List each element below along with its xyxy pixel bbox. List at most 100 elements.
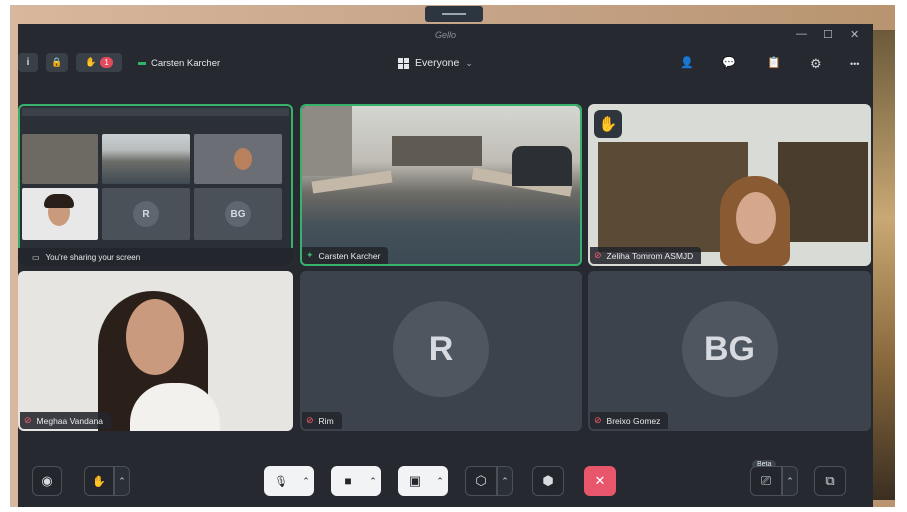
- camera-icon: ■: [344, 474, 352, 488]
- shield-icon: ⬡: [475, 473, 487, 488]
- share-mini-tile-3: [194, 134, 282, 184]
- security-options[interactable]: ⌃: [497, 466, 513, 496]
- chat-icon[interactable]: 💬: [722, 56, 736, 69]
- raised-hands-count: 1: [100, 57, 113, 68]
- maximize-button[interactable]: ☐: [823, 28, 833, 41]
- hand-icon: ✋: [85, 57, 97, 67]
- chevron-up-icon: ⌃: [118, 475, 126, 486]
- popout-icon: ⧉: [825, 473, 835, 488]
- share-preview-titlebar: [22, 108, 289, 116]
- avatar-tile-rim[interactable]: R ⊘ Rim: [300, 271, 582, 431]
- apps-button[interactable]: ⬢: [532, 466, 564, 496]
- screenshare-tile[interactable]: R BG ▭ You're sharing your screen: [18, 104, 293, 266]
- captions-button[interactable]: ⎚: [750, 466, 782, 496]
- chevron-up-icon: ⌃: [369, 475, 377, 486]
- chevron-up-icon: ⌃: [436, 475, 444, 486]
- info-button[interactable]: i: [18, 53, 38, 72]
- video-tile-carsten[interactable]: ✦ Carsten Karcher: [300, 104, 582, 266]
- conference-room-video: [302, 106, 580, 264]
- notes-icon[interactable]: 📋: [767, 56, 781, 69]
- chevron-up-icon: ⌃: [302, 475, 310, 486]
- desktop-wallpaper-edge: [872, 30, 895, 500]
- share-screen-button[interactable]: ▣: [398, 466, 432, 496]
- tile-label-0: You're sharing your screen: [45, 252, 141, 262]
- avatar-tile-breixo[interactable]: BG ⊘ Breixo Gomez: [588, 271, 871, 431]
- share-mini-tile-1: [22, 134, 98, 184]
- tile-name-label: ⊘ Breixo Gomez: [590, 412, 669, 429]
- settings-icon[interactable]: ⚙: [810, 56, 822, 72]
- camera-options[interactable]: ⌃: [365, 466, 381, 496]
- mic-muted-icon: ⊘: [594, 415, 602, 425]
- close-icon: ✕: [594, 473, 606, 488]
- raised-hands-button[interactable]: ✋ 1: [76, 53, 122, 72]
- video-tile-meghaa[interactable]: ⊘ Meghaa Vandana: [18, 271, 293, 431]
- mic-muted-icon: ⊘: [24, 415, 32, 425]
- avatar: BG: [681, 301, 778, 398]
- minimize-button[interactable]: —: [796, 28, 807, 40]
- mic-on-icon: ✦: [306, 250, 314, 260]
- view-selector[interactable]: Everyone ⌄: [398, 57, 473, 69]
- lock-icon: 🔒: [51, 57, 63, 67]
- grid-icon: [398, 57, 409, 69]
- raised-hand-icon: ✋: [594, 110, 622, 138]
- share-screen-options[interactable]: ⌃: [432, 466, 448, 496]
- tile-name-label: ⊘ Zeliha Tomrom ASMJD: [590, 247, 702, 264]
- share-status-bar: ▭ You're sharing your screen: [18, 248, 293, 266]
- mic-muted-icon: ⊘: [306, 415, 314, 425]
- tile-name-label: ⊘ Meghaa Vandana: [20, 412, 112, 429]
- camera-notch: [425, 6, 483, 22]
- microphone-icon: 🎙: [274, 475, 288, 488]
- share-mini-tile-2: [102, 134, 190, 184]
- screenshare-icon: ▭: [32, 252, 40, 262]
- leave-call-button[interactable]: ✕: [584, 466, 616, 496]
- participant-name: Breixo Gomez: [606, 415, 661, 426]
- video-tile-zeliha[interactable]: ✋ ⊘ Zeliha Tomrom ASMJD: [588, 104, 871, 266]
- title-bar: Gello — ☐ ✕: [18, 24, 873, 48]
- chevron-down-icon: ⌄: [465, 57, 473, 68]
- bookshelf-right: [778, 142, 868, 242]
- mic-muted-icon: ⊘: [594, 250, 602, 260]
- meeting-window: Gello — ☐ ✕ i 🔒 ✋ 1 Carsten Karcher Ever…: [18, 24, 873, 507]
- record-icon: ◉: [41, 473, 53, 488]
- security-button[interactable]: ⬡: [465, 466, 497, 496]
- participant-name: Meghaa Vandana: [36, 415, 104, 426]
- tile-name-label: ✦ Carsten Karcher: [302, 247, 389, 264]
- lock-button[interactable]: 🔒: [46, 53, 68, 72]
- close-window-button[interactable]: ✕: [850, 28, 859, 41]
- host-indicator: Carsten Karcher: [138, 58, 220, 69]
- app-title: Gello: [434, 30, 456, 40]
- host-status-dot: [138, 61, 146, 65]
- camera-button[interactable]: ■: [331, 466, 365, 496]
- meeting-toolbar: i 🔒 ✋ 1 Carsten Karcher Everyone ⌄ 👤 💬 📋…: [18, 50, 873, 76]
- record-button[interactable]: ◉: [32, 466, 62, 496]
- participant-name: Rim: [318, 415, 334, 426]
- participant-name: Zeliha Tomrom ASMJD: [606, 250, 694, 261]
- share-mini-avatar-bg: BG: [225, 201, 251, 227]
- participant-name: Carsten Karcher: [318, 250, 381, 261]
- participant-face: [736, 192, 776, 244]
- popout-button[interactable]: ⧉: [814, 466, 846, 496]
- apps-icon: ⬢: [542, 473, 554, 488]
- participant-face: [126, 299, 184, 375]
- share-mini-tile-4: [22, 188, 98, 240]
- share-mini-tile-6: BG: [194, 188, 282, 240]
- view-label: Everyone: [415, 57, 460, 69]
- more-icon[interactable]: •••: [850, 59, 859, 69]
- share-mini-tile-5: R: [102, 188, 190, 240]
- raise-hand-button[interactable]: ✋: [84, 466, 114, 496]
- avatar: R: [393, 301, 489, 398]
- chevron-up-icon: ⌃: [501, 475, 509, 486]
- hand-icon: ✋: [92, 475, 106, 488]
- host-name: Carsten Karcher: [151, 58, 221, 69]
- share-mini-avatar-r: R: [133, 201, 159, 227]
- people-icon[interactable]: 👤: [680, 56, 694, 69]
- raise-hand-options[interactable]: ⌃: [114, 466, 130, 496]
- chevron-up-icon: ⌃: [786, 475, 794, 486]
- info-icon: i: [26, 57, 30, 68]
- microphone-button[interactable]: 🎙: [264, 466, 298, 496]
- microphone-options[interactable]: ⌃: [298, 466, 314, 496]
- captions-icon: ⎚: [760, 473, 772, 488]
- share-screen-icon: ▣: [408, 473, 422, 488]
- captions-options[interactable]: ⌃: [782, 466, 798, 496]
- tile-name-label: ⊘ Rim: [302, 412, 342, 429]
